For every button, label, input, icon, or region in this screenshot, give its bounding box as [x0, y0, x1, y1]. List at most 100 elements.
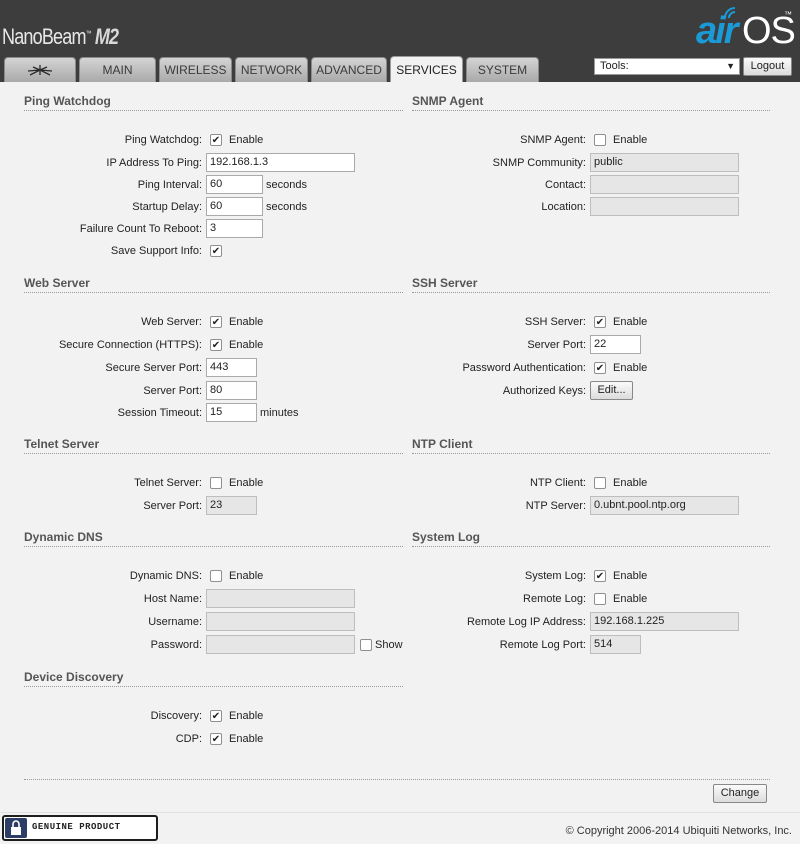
remote-log-ip-label: Remote Log IP Address:	[466, 616, 586, 628]
snmp-location-label: Location:	[541, 201, 586, 213]
discovery-enable-text: Enable	[229, 710, 264, 722]
ping-watchdog-label: Ping Watchdog:	[124, 134, 202, 146]
change-button[interactable]: Change	[713, 784, 767, 803]
cdp-enable-text: Enable	[229, 733, 264, 745]
divider	[412, 453, 770, 454]
divider	[24, 110, 403, 111]
tools-dropdown[interactable]: Tools: ▼	[594, 58, 740, 75]
snmp-community-input[interactable]: public	[590, 153, 739, 172]
dynamic-dns-checkbox[interactable]	[210, 570, 222, 582]
host-name-label: Host Name:	[143, 593, 202, 605]
divider	[24, 292, 403, 293]
remote-log-label: Remote Log:	[523, 593, 586, 605]
logo-air-text: air	[696, 10, 739, 52]
snmp-location-input[interactable]	[590, 197, 739, 216]
tab-advanced[interactable]: ADVANCED	[311, 57, 387, 82]
tab-wireless[interactable]: WIRELESS	[159, 57, 232, 82]
ubiquiti-logo-icon	[27, 65, 53, 76]
ntp-server-input[interactable]: 0.ubnt.pool.ntp.org	[590, 496, 739, 515]
snmp-agent-enable-text: Enable	[613, 134, 648, 146]
secure-server-port-input[interactable]: 443	[206, 358, 257, 377]
section-title-snmp-agent: SNMP Agent	[412, 94, 484, 108]
telnet-server-checkbox[interactable]	[210, 477, 222, 489]
airos-logo: air OS ™	[696, 6, 796, 52]
password-input[interactable]	[206, 635, 355, 654]
host-name-input[interactable]	[206, 589, 355, 608]
ping-interval-label: Ping Interval:	[137, 179, 202, 191]
snmp-agent-checkbox[interactable]	[594, 134, 606, 146]
https-label: Secure Connection (HTTPS):	[58, 339, 202, 351]
authorized-keys-edit-button[interactable]: Edit...	[590, 381, 633, 400]
snmp-community-label: SNMP Community:	[492, 157, 586, 169]
section-title-system-log: System Log	[412, 530, 481, 544]
remote-log-ip-input[interactable]: 192.168.1.225	[590, 612, 739, 631]
ssh-port-input[interactable]: 22	[590, 335, 641, 354]
tab-services[interactable]: SERVICES	[390, 56, 463, 82]
ssh-port-label: Server Port:	[527, 339, 586, 351]
genuine-product-badge[interactable]: GENUINE PRODUCT	[2, 815, 158, 841]
tab-system[interactable]: SYSTEM	[466, 57, 539, 82]
lock-icon	[5, 818, 27, 838]
remote-log-enable-text: Enable	[613, 593, 648, 605]
startup-delay-input[interactable]: 60	[206, 197, 263, 216]
tab-ubnt-home[interactable]	[4, 57, 76, 82]
tools-dropdown-value: Tools:	[600, 60, 629, 72]
section-title-telnet-server: Telnet Server	[24, 437, 100, 451]
ssh-server-checkbox[interactable]	[594, 316, 606, 328]
snmp-contact-label: Contact:	[545, 179, 586, 191]
ssh-server-enable-text: Enable	[613, 316, 648, 328]
web-server-port-input[interactable]: 80	[206, 381, 257, 400]
ntp-server-label: NTP Server:	[525, 500, 586, 512]
web-server-port-label: Server Port:	[143, 385, 202, 397]
show-password-checkbox[interactable]	[360, 639, 372, 651]
discovery-checkbox[interactable]	[210, 710, 222, 722]
show-password-text: Show	[375, 639, 403, 651]
dropdown-arrow-icon: ▼	[726, 61, 735, 71]
ping-watchdog-checkbox[interactable]	[210, 134, 222, 146]
ping-interval-input[interactable]: 60	[206, 175, 263, 194]
secure-server-port-label: Secure Server Port:	[105, 362, 202, 374]
logo-tm: ™	[784, 10, 792, 19]
startup-delay-label: Startup Delay:	[132, 201, 202, 213]
web-server-checkbox[interactable]	[210, 316, 222, 328]
session-timeout-input[interactable]: 15	[206, 403, 257, 422]
dynamic-dns-label: Dynamic DNS:	[129, 570, 202, 582]
session-timeout-unit: minutes	[260, 407, 299, 419]
https-checkbox[interactable]	[210, 339, 222, 351]
cdp-checkbox[interactable]	[210, 733, 222, 745]
system-log-enable-text: Enable	[613, 570, 648, 582]
username-input[interactable]	[206, 612, 355, 631]
divider	[412, 110, 770, 111]
snmp-contact-input[interactable]	[590, 175, 739, 194]
ntp-client-label: NTP Client:	[529, 477, 586, 489]
system-log-label: System Log:	[524, 570, 586, 582]
ntp-client-checkbox[interactable]	[594, 477, 606, 489]
telnet-port-input[interactable]: 23	[206, 496, 257, 515]
ip-to-ping-label: IP Address To Ping:	[106, 157, 202, 169]
failure-count-input[interactable]: 3	[206, 219, 263, 238]
divider	[412, 292, 770, 293]
authorized-keys-label: Authorized Keys:	[502, 385, 586, 397]
password-auth-checkbox[interactable]	[594, 362, 606, 374]
divider	[412, 546, 770, 547]
dynamic-dns-enable-text: Enable	[229, 570, 264, 582]
product-model: M2	[94, 24, 119, 49]
system-log-checkbox[interactable]	[594, 570, 606, 582]
password-auth-label: Password Authentication:	[462, 362, 586, 374]
section-title-web-server: Web Server	[24, 276, 90, 290]
product-tm: ™	[85, 30, 92, 38]
ping-interval-unit: seconds	[266, 179, 307, 191]
remote-log-port-input[interactable]: 514	[590, 635, 641, 654]
tab-main[interactable]: MAIN	[79, 57, 156, 82]
logout-button[interactable]: Logout	[743, 57, 792, 76]
ssh-server-label: SSH Server:	[524, 316, 586, 328]
password-auth-enable-text: Enable	[613, 362, 648, 374]
section-title-ping-watchdog: Ping Watchdog	[24, 94, 111, 108]
ip-to-ping-input[interactable]: 192.168.1.3	[206, 153, 355, 172]
startup-delay-unit: seconds	[266, 201, 307, 213]
remote-log-checkbox[interactable]	[594, 593, 606, 605]
tab-network[interactable]: NETWORK	[235, 57, 308, 82]
divider	[24, 686, 403, 687]
save-support-info-checkbox[interactable]	[210, 245, 222, 257]
web-server-label: Web Server:	[141, 316, 202, 328]
